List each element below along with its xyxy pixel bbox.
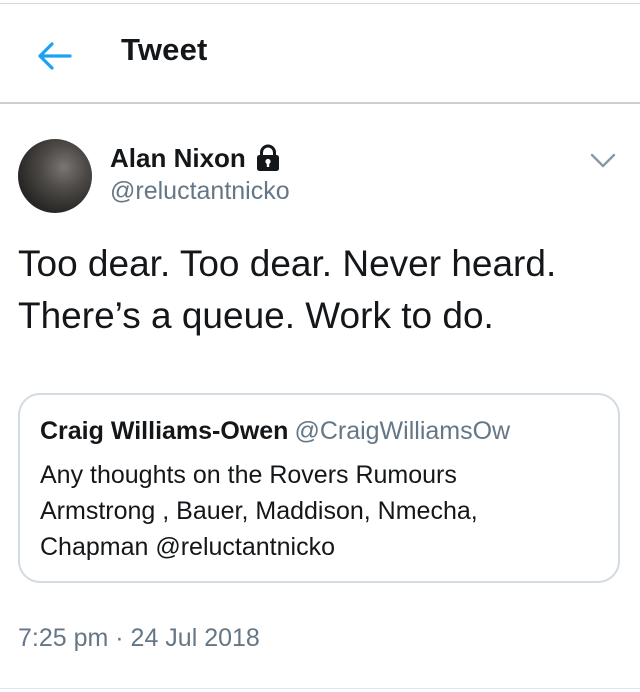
- lock-icon: [254, 143, 282, 173]
- quoted-tweet-card[interactable]: Craig Williams-Owen @CraigWilliamsOw Any …: [18, 393, 620, 583]
- back-button[interactable]: [34, 36, 74, 76]
- header-bar: Tweet: [0, 4, 640, 104]
- quoted-tweet-header: Craig Williams-Owen @CraigWilliamsOw: [40, 417, 510, 446]
- tweet-timestamp: 7:25 pm · 24 Jul 2018: [18, 624, 260, 652]
- quoted-tweet-text: Any thoughts on the Rovers Rumours Armst…: [40, 461, 478, 561]
- author-name-row: Alan Nixon: [110, 140, 282, 176]
- avatar[interactable]: [18, 139, 92, 213]
- bottom-divider: [0, 688, 640, 689]
- chevron-down-icon: [590, 153, 616, 168]
- tweet-menu-button[interactable]: [589, 146, 617, 174]
- quoted-author-name: Craig Williams-Owen: [40, 417, 289, 445]
- back-arrow-icon: [38, 42, 72, 70]
- tweet-text: Too dear. Too dear. Never heard. There’s…: [18, 243, 557, 336]
- author-name[interactable]: Alan Nixon: [110, 143, 246, 174]
- author-handle[interactable]: @reluctantnicko: [110, 177, 290, 206]
- page-title: Tweet: [121, 32, 208, 67]
- quoted-author-handle: @CraigWilliamsOw: [294, 417, 511, 445]
